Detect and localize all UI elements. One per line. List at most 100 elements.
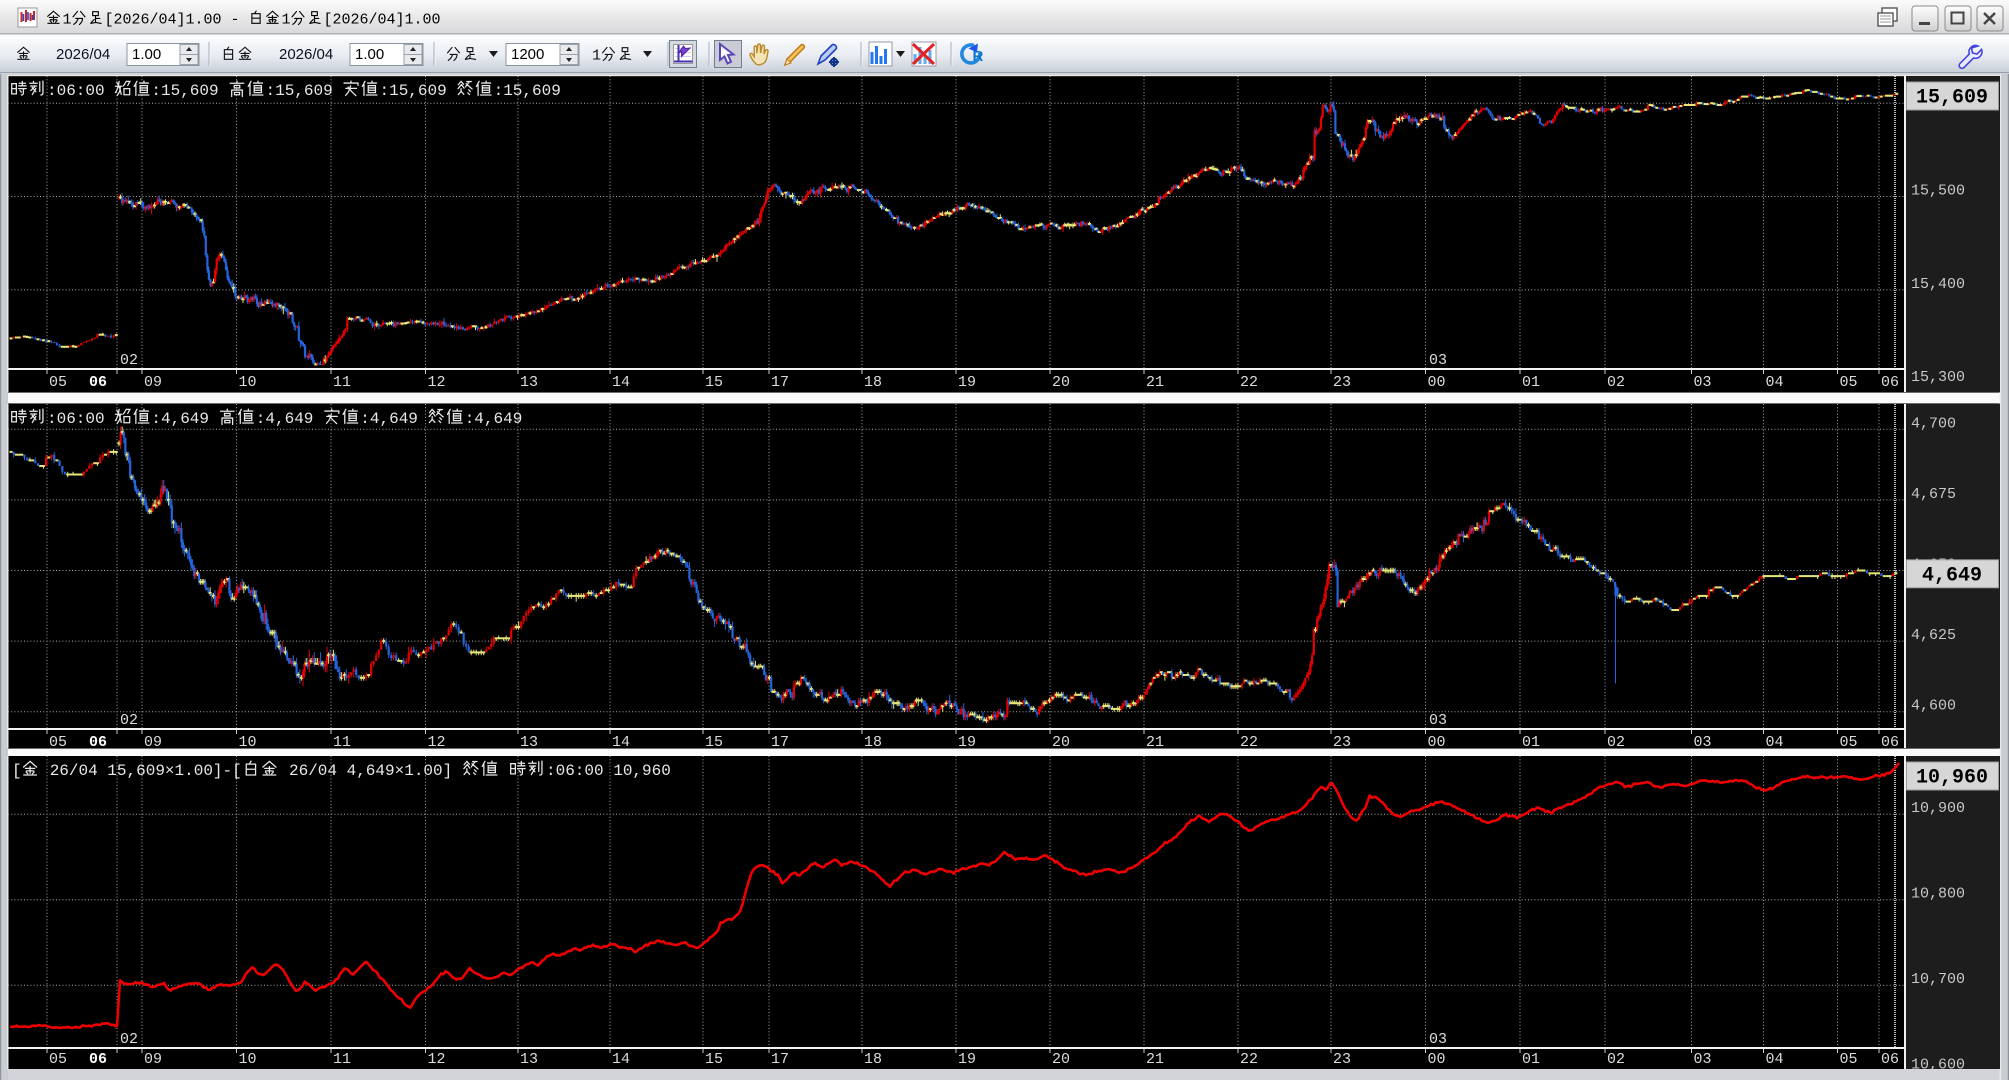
- svg-text:20: 20: [1052, 734, 1070, 751]
- svg-text:02: 02: [120, 1031, 138, 1048]
- svg-text:06: 06: [89, 734, 107, 751]
- svg-text:4,625: 4,625: [1911, 627, 1956, 644]
- svg-text:06: 06: [1881, 1051, 1899, 1068]
- svg-text:12: 12: [428, 1051, 446, 1068]
- svg-text:[: [: [12, 762, 22, 780]
- svg-text:05: 05: [49, 734, 67, 751]
- svg-text::06:00: :06:00: [47, 410, 114, 428]
- svg-text:17: 17: [771, 1051, 789, 1068]
- svg-text:4,700: 4,700: [1911, 415, 1956, 432]
- svg-text:12: 12: [428, 374, 446, 391]
- svg-text:10,800: 10,800: [1911, 886, 1965, 903]
- svg-text:05: 05: [49, 374, 67, 391]
- svg-text:13: 13: [520, 1051, 538, 1068]
- svg-text:03: 03: [1429, 352, 1447, 369]
- svg-text:04: 04: [1766, 734, 1784, 751]
- svg-text:05: 05: [49, 1051, 67, 1068]
- svg-text:00: 00: [1428, 1051, 1446, 1068]
- svg-text:02: 02: [1607, 734, 1625, 751]
- svg-text:06: 06: [1881, 734, 1899, 751]
- svg-text:03: 03: [1694, 734, 1712, 751]
- svg-text:23: 23: [1333, 734, 1351, 751]
- svg-text:03: 03: [1429, 1031, 1447, 1048]
- svg-text:4,649: 4,649: [1922, 564, 1982, 587]
- svg-text:09: 09: [144, 734, 162, 751]
- svg-text:04: 04: [1766, 374, 1784, 391]
- svg-text:06: 06: [89, 374, 107, 391]
- svg-text:20: 20: [1052, 374, 1070, 391]
- svg-text:14: 14: [612, 1051, 630, 1068]
- svg-text:10: 10: [239, 734, 257, 751]
- svg-text:02: 02: [1607, 1051, 1625, 1068]
- svg-text::06:00 10,960: :06:00 10,960: [546, 762, 671, 780]
- svg-text:05: 05: [1840, 374, 1858, 391]
- svg-text:05: 05: [1840, 734, 1858, 751]
- svg-text:03: 03: [1694, 1051, 1712, 1068]
- svg-text:18: 18: [864, 374, 882, 391]
- svg-text:11: 11: [333, 734, 351, 751]
- svg-text:15: 15: [705, 734, 723, 751]
- svg-text:01: 01: [1522, 374, 1540, 391]
- svg-text:06: 06: [89, 1051, 107, 1068]
- svg-text:15,609: 15,609: [1916, 87, 1988, 110]
- svg-text:19: 19: [958, 1051, 976, 1068]
- svg-text:20: 20: [1052, 1051, 1070, 1068]
- svg-text:15,400: 15,400: [1911, 276, 1965, 293]
- svg-text:23: 23: [1333, 374, 1351, 391]
- svg-text:4,675: 4,675: [1911, 486, 1956, 503]
- svg-text:12: 12: [428, 734, 446, 751]
- svg-text:10: 10: [239, 374, 257, 391]
- svg-text:15,300: 15,300: [1911, 369, 1965, 386]
- svg-text:15,500: 15,500: [1911, 183, 1965, 200]
- svg-text::4,649: :4,649: [151, 410, 218, 428]
- svg-text:13: 13: [520, 734, 538, 751]
- svg-text:22: 22: [1240, 1051, 1258, 1068]
- svg-text:09: 09: [144, 1051, 162, 1068]
- svg-text:10,960: 10,960: [1916, 767, 1988, 790]
- svg-text:05: 05: [1840, 1051, 1858, 1068]
- svg-text:18: 18: [864, 734, 882, 751]
- svg-text:02: 02: [120, 712, 138, 729]
- svg-text:19: 19: [958, 374, 976, 391]
- svg-text:02: 02: [120, 352, 138, 369]
- svg-text:23: 23: [1333, 1051, 1351, 1068]
- svg-text:00: 00: [1428, 734, 1446, 751]
- svg-text:17: 17: [771, 374, 789, 391]
- svg-text:14: 14: [612, 734, 630, 751]
- svg-text:21: 21: [1146, 374, 1164, 391]
- svg-text:15: 15: [705, 374, 723, 391]
- svg-text:15: 15: [705, 1051, 723, 1068]
- svg-text:26/04 4,649×1.00]: 26/04 4,649×1.00]: [279, 762, 461, 780]
- svg-text:00: 00: [1428, 374, 1446, 391]
- svg-text:06: 06: [1881, 374, 1899, 391]
- svg-text:22: 22: [1240, 734, 1258, 751]
- svg-text:10,900: 10,900: [1911, 800, 1965, 817]
- svg-text:22: 22: [1240, 374, 1258, 391]
- svg-text:01: 01: [1522, 1051, 1540, 1068]
- svg-text::4,649: :4,649: [465, 410, 523, 428]
- svg-text:18: 18: [864, 1051, 882, 1068]
- svg-text:13: 13: [520, 374, 538, 391]
- svg-text::15,609: :15,609: [151, 82, 228, 100]
- svg-text:03: 03: [1429, 712, 1447, 729]
- svg-text:10,700: 10,700: [1911, 971, 1965, 988]
- svg-text:03: 03: [1694, 374, 1712, 391]
- svg-text::15,609: :15,609: [494, 82, 561, 100]
- svg-text:17: 17: [771, 734, 789, 751]
- svg-text:04: 04: [1766, 1051, 1784, 1068]
- svg-text:21: 21: [1146, 1051, 1164, 1068]
- svg-text::15,609: :15,609: [266, 82, 343, 100]
- svg-text:10: 10: [239, 1051, 257, 1068]
- svg-text:4,600: 4,600: [1911, 698, 1956, 715]
- svg-text:19: 19: [958, 734, 976, 751]
- svg-text:02: 02: [1607, 374, 1625, 391]
- svg-text:11: 11: [333, 374, 351, 391]
- svg-text::06:00: :06:00: [47, 82, 114, 100]
- svg-text:09: 09: [144, 374, 162, 391]
- svg-text:14: 14: [612, 374, 630, 391]
- svg-text:01: 01: [1522, 734, 1540, 751]
- svg-text::15,609: :15,609: [380, 82, 457, 100]
- svg-text:21: 21: [1146, 734, 1164, 751]
- svg-text:26/04 15,609×1.00]-[: 26/04 15,609×1.00]-[: [40, 762, 242, 780]
- svg-text::4,649: :4,649: [360, 410, 427, 428]
